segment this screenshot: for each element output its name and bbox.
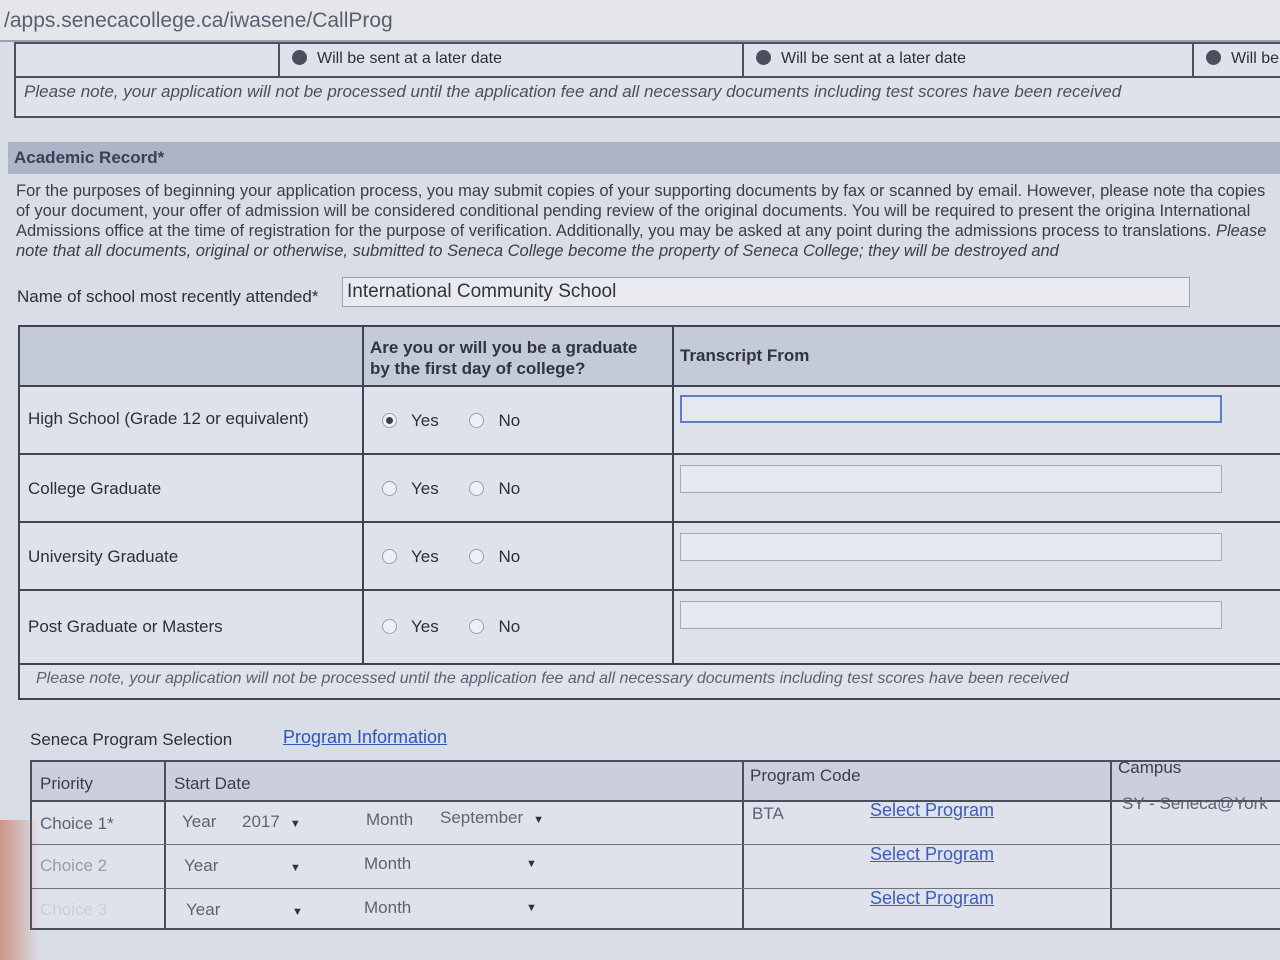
month-label: Month [366,810,414,829]
row-label: Post Graduate or Masters [28,617,223,636]
table-row: Choice 1* Year 2017 ▼ Month September ▼ BT… [32,794,1280,845]
yes-label: Yes [411,547,439,566]
document-submission-table: Will be sent at a later date Will be sen… [14,42,1280,118]
program-code-header: Program Code [750,766,861,785]
section-header-academic-record: Academic Record* [8,142,1280,174]
table-row: College Graduate Yes No [20,453,1280,523]
yes-radio[interactable] [382,481,397,496]
table-row: Choice 3 Year ▼ Month ▼ Select Program [32,888,1280,928]
academic-record-table: Are you or will you be a graduate by the… [18,325,1280,700]
school-name-label: Name of school most recently attended* [17,287,319,306]
dropdown-arrow-icon: ▼ [292,906,303,918]
priority-cell: Choice 2 [40,856,108,875]
address-bar[interactable]: /apps.senecacollege.ca/iwasene/CallProg [0,0,1280,42]
dropdown-arrow-icon: ▼ [526,902,537,914]
no-radio[interactable] [469,413,485,428]
radio-icon[interactable] [756,50,771,65]
option-label: Will be [1231,50,1280,67]
graduate-column-header: Are you or will you be a graduate by the… [370,338,638,378]
radio-icon[interactable] [1206,50,1221,65]
graduate-radio-group: Yes No [382,479,520,499]
priority-cell: Choice 3 [40,900,108,919]
yes-label: Yes [411,479,439,498]
dropdown-arrow-icon: ▼ [290,862,301,874]
priority-header: Priority [40,774,93,793]
no-label: No [498,547,521,566]
yes-label: Yes [411,617,439,636]
month-select[interactable]: September ▼ [440,808,544,834]
row-label: College Graduate [28,479,162,498]
table-header: Are you or will you be a graduate by the… [20,327,1280,387]
select-program-link[interactable]: Select Program [870,844,994,865]
year-value: 2017 [242,812,280,831]
program-selection-label: Seneca Program Selection [30,730,233,749]
month-select[interactable]: ▼ [440,852,537,878]
transcript-from-input[interactable] [680,395,1222,423]
processing-note: Please note, your application will not b… [36,670,1069,687]
dropdown-arrow-icon: ▼ [289,818,301,830]
transcript-from-input[interactable] [680,601,1222,629]
year-select[interactable]: 2017 ▼ [242,812,301,838]
graduate-radio-group: Yes No [382,547,520,567]
program-code-value: BTA [752,804,784,823]
campus-header: Campus [1118,758,1182,777]
table-row: Post Graduate or Masters Yes No [20,589,1280,665]
option-cell-1[interactable]: Will be sent at a later date [278,44,742,76]
yes-label: Yes [411,411,439,430]
program-selection-table: Priority Start Date Program Code Campus … [30,758,1280,930]
campus-value: SY - Seneca@York [1122,794,1268,813]
no-label: No [498,479,521,498]
row-label: High School (Grade 12 or equivalent) [28,409,309,428]
month-label: Month [364,898,412,917]
year-select[interactable]: ▼ [242,856,301,882]
transcript-column-header: Transcript From [680,346,810,365]
transcript-from-input[interactable] [680,465,1222,493]
graduate-radio-group: Yes No [382,411,520,431]
program-information-link[interactable]: Program Information [283,727,447,748]
table-header: Priority Start Date Program Code Campus [32,758,1280,802]
option-label: Will be sent at a later date [317,50,502,67]
month-select[interactable]: ▼ [440,896,537,922]
school-name-input[interactable] [342,277,1190,307]
yes-radio[interactable] [382,413,397,428]
graduate-radio-group: Yes No [382,617,520,637]
dropdown-arrow-icon: ▼ [533,814,545,826]
table-row: High School (Grade 12 or equivalent) Yes… [20,385,1280,455]
table-row: Choice 2 Year ▼ Month ▼ Select Program [32,844,1280,889]
select-program-link[interactable]: Select Program [870,800,994,821]
year-select[interactable]: ▼ [242,900,303,926]
year-label: Year [186,900,221,919]
option-cell-3[interactable]: Will be [1192,44,1280,76]
processing-note: Please note, your application will not b… [24,82,1122,101]
option-label: Will be sent at a later date [781,50,966,67]
row-label: University Graduate [28,547,179,566]
academic-record-instructions: For the purposes of beginning your appli… [16,181,1280,267]
select-program-link[interactable]: Select Program [870,888,994,909]
no-radio[interactable] [469,549,485,564]
month-value: September [440,808,524,827]
no-label: No [498,411,521,430]
radio-icon[interactable] [292,50,307,65]
instructions-text: For the purposes of beginning your appli… [16,182,1266,240]
table-row: University Graduate Yes No [20,521,1280,591]
month-label: Month [364,854,412,873]
document-options-row: Will be sent at a later date Will be sen… [16,44,1280,78]
option-cell-2[interactable]: Will be sent at a later date [742,44,1192,76]
yes-radio[interactable] [382,549,397,564]
url-text: /apps.senecacollege.ca/iwasene/CallProg [4,9,393,32]
no-label: No [498,617,521,636]
yes-radio[interactable] [382,619,397,634]
transcript-from-input[interactable] [680,533,1222,561]
no-radio[interactable] [469,619,485,634]
priority-cell: Choice 1* [40,814,114,833]
photo-glare [0,820,40,960]
dropdown-arrow-icon: ▼ [526,858,537,870]
year-label: Year [182,812,217,831]
no-radio[interactable] [469,481,485,496]
start-date-header: Start Date [174,774,251,793]
year-label: Year [184,856,219,875]
